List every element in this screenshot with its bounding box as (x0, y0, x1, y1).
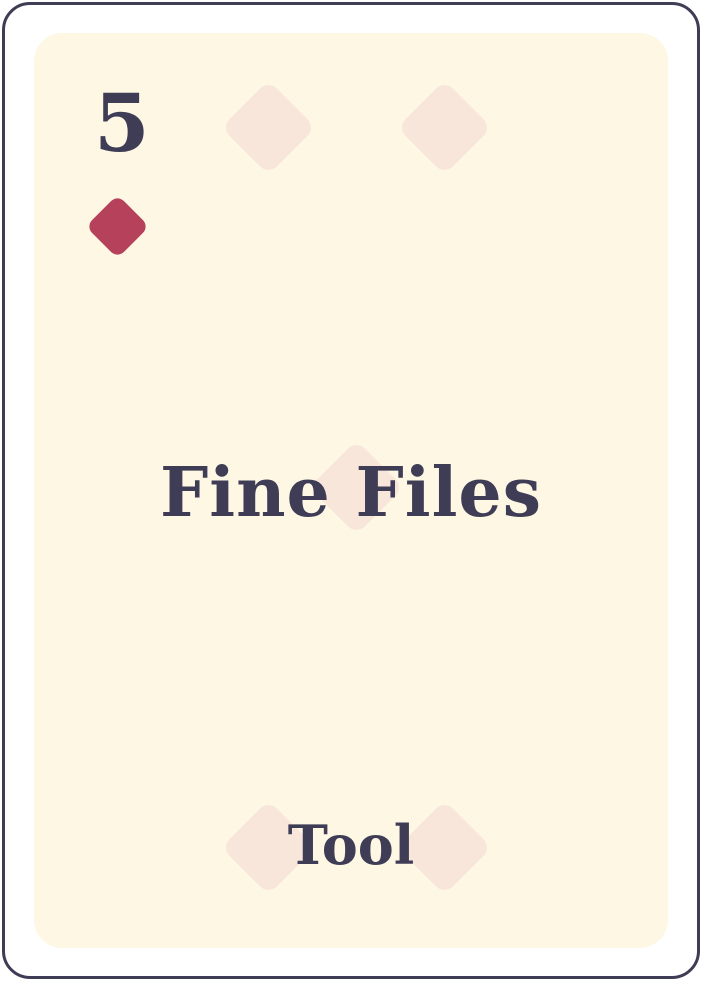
diamond-suit-icon (85, 194, 150, 259)
playing-card[interactable]: 5 Fine Files Tool (2, 2, 700, 979)
diamond-pip-top-right-icon (397, 80, 492, 175)
card-type: Tool (287, 813, 415, 877)
diamond-pip-top-left-icon (221, 80, 316, 175)
card-rank: 5 (94, 76, 150, 170)
card-face: 5 Fine Files Tool (34, 33, 668, 948)
card-title: Fine Files (160, 453, 542, 533)
